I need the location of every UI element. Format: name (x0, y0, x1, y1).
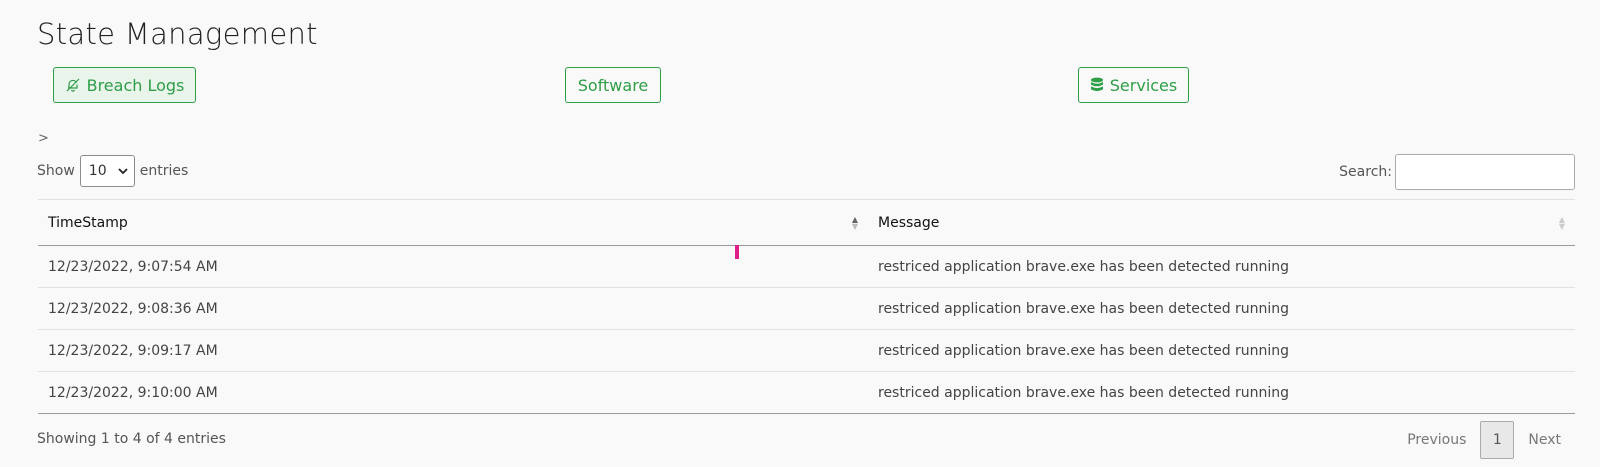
column-header-timestamp[interactable]: TimeStamp ▲ ▼ (38, 199, 868, 246)
table-row: 12/23/2022, 9:08:36 AM restriced applica… (38, 287, 1575, 330)
table-row: 12/23/2022, 9:07:54 AM restriced applica… (38, 245, 1575, 288)
entries-label: entries (139, 163, 189, 179)
breadcrumb-chevron[interactable]: > (38, 131, 49, 146)
sort-asc-icon: ▲ ▼ (851, 214, 858, 231)
pagination: Previous 1 Next (1393, 421, 1575, 459)
software-label: Software (577, 75, 649, 95)
bell-slash-icon (65, 77, 81, 93)
services-label: Services (1109, 75, 1178, 95)
chevron-down-icon (118, 163, 128, 179)
page-1-button[interactable]: 1 (1480, 421, 1515, 459)
services-button[interactable]: Services (1078, 67, 1189, 103)
page-title: State Management (37, 17, 318, 51)
software-button[interactable]: Software (565, 67, 661, 103)
entries-per-page-value: 10 (88, 163, 107, 179)
breach-logs-table-wrapper: TimeStamp ▲ ▼ Message ▲ ▼ 12/23/2022, 9:07… (38, 199, 1575, 414)
table-row: 12/23/2022, 9:10:00 AM restriced applica… (38, 371, 1575, 414)
breach-logs-label: Breach Logs (86, 75, 185, 95)
entries-per-page-select[interactable]: 10 (79, 155, 135, 187)
search-label: Search: (1339, 164, 1392, 180)
breach-logs-table: TimeStamp ▲ ▼ Message ▲ ▼ 12/23/2022, 9:07… (38, 199, 1575, 414)
message-cell: restriced application brave.exe has been… (868, 245, 1575, 288)
timestamp-cell: 12/23/2022, 9:09:17 AM (38, 329, 868, 372)
search-control: Search: (1339, 154, 1575, 190)
show-label: Show (37, 163, 75, 179)
search-input[interactable] (1395, 154, 1575, 190)
breach-logs-button[interactable]: Breach Logs (53, 67, 196, 103)
next-page-button[interactable]: Next (1514, 432, 1575, 448)
column-header-message[interactable]: Message ▲ ▼ (868, 199, 1575, 246)
message-cell: restriced application brave.exe has been… (868, 329, 1575, 372)
database-icon (1090, 77, 1104, 93)
column-resize-marker[interactable] (735, 245, 739, 259)
message-cell: restriced application brave.exe has been… (868, 371, 1575, 414)
sort-both-icon: ▲ ▼ (1558, 214, 1565, 231)
table-info: Showing 1 to 4 of 4 entries (37, 431, 226, 447)
column-header-label: Message (878, 214, 940, 231)
table-row: 12/23/2022, 9:09:17 AM restriced applica… (38, 329, 1575, 372)
timestamp-cell: 12/23/2022, 9:08:36 AM (38, 287, 868, 330)
entries-length-control: Show 10 entries (37, 155, 188, 187)
previous-page-button[interactable]: Previous (1393, 432, 1480, 448)
table-header-row: TimeStamp ▲ ▼ Message ▲ ▼ (38, 199, 1575, 246)
message-cell: restriced application brave.exe has been… (868, 287, 1575, 330)
timestamp-cell: 12/23/2022, 9:07:54 AM (38, 245, 868, 288)
timestamp-cell: 12/23/2022, 9:10:00 AM (38, 371, 868, 414)
column-header-label: TimeStamp (48, 214, 128, 231)
